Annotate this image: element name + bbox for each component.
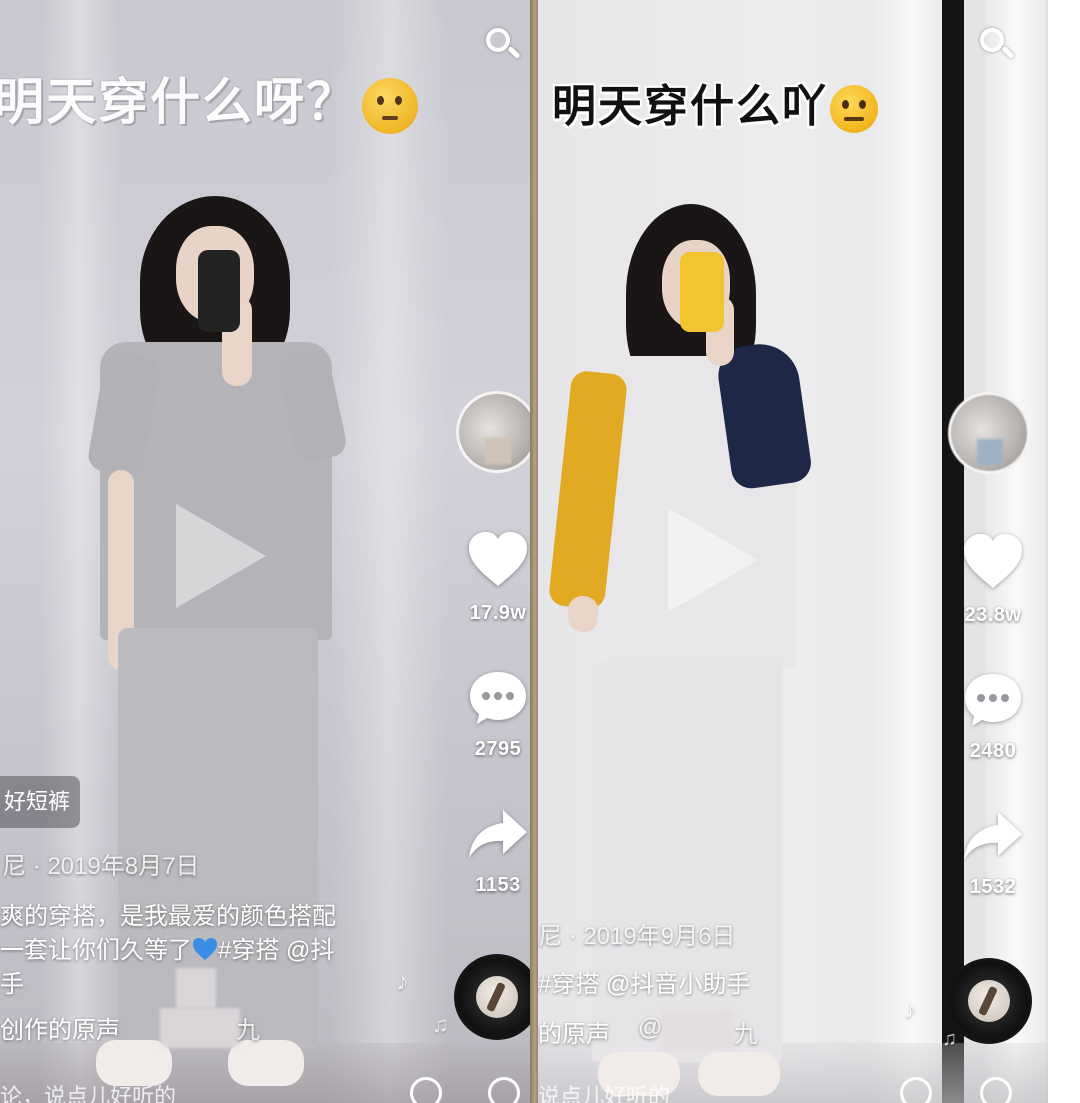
music-note-icon: ♫: [432, 1012, 449, 1037]
caption-line: #穿搭 @抖音小助手: [538, 971, 751, 998]
blurred-username: [662, 1010, 734, 1050]
comment-button[interactable]: [467, 668, 529, 733]
caption-line: 手: [0, 971, 24, 998]
music-disc[interactable]: [454, 954, 532, 1040]
video-panel-right[interactable]: 明天穿什么吖 23.8w 2480 1532 ♪ ♫ 尼 · 2019年9月6日…: [538, 0, 1048, 1103]
author-date: 尼 · 2019年9月6日: [538, 923, 736, 950]
share-count: 1532: [969, 876, 1017, 898]
curtain-fold: [330, 0, 450, 1103]
heart-icon: [964, 534, 1022, 588]
thinking-emoji-icon: [362, 77, 418, 134]
music-disc[interactable]: [946, 958, 1032, 1044]
share-button[interactable]: [467, 806, 529, 867]
comment-icon: [470, 672, 526, 724]
music-author: 九: [236, 1017, 260, 1044]
raised-eyebrow-emoji-icon: [830, 85, 878, 134]
comment-input-hint[interactable]: 说点儿好听的: [538, 1079, 670, 1103]
emoji-icon[interactable]: [980, 1077, 1012, 1103]
video-panel-left[interactable]: 明天穿什么呀？ 17.9w 2795 1153 ♪ ♫ 好短裤 尼 · 2019…: [0, 0, 532, 1103]
like-button[interactable]: [467, 530, 529, 593]
blurred-area: [176, 968, 216, 1008]
play-overlay-icon[interactable]: [668, 508, 758, 612]
caption-line: 一套让你们久等了 #穿搭 @抖: [0, 937, 335, 964]
mirror-frame: [942, 0, 964, 1103]
music-author: @: [638, 1014, 663, 1041]
music-note-icon: ♪: [396, 966, 409, 996]
search-icon[interactable]: [980, 28, 1016, 64]
like-count: 23.8w: [964, 604, 1022, 626]
blurred-username: [160, 1008, 240, 1048]
like-button[interactable]: [962, 532, 1024, 595]
product-tag[interactable]: 好短裤: [0, 776, 81, 828]
caption-line: 爽的穿搭，是我最爱的颜色搭配: [0, 903, 336, 930]
blue-heart-icon: [193, 938, 217, 960]
music-author: 九: [734, 1021, 758, 1048]
heart-icon: [469, 532, 527, 586]
music-title[interactable]: 创作的原声: [0, 1010, 120, 1045]
author-avatar[interactable]: [456, 391, 532, 473]
video-title: 明天穿什么吖: [552, 70, 878, 134]
author-date: 尼 · 2019年8月7日: [2, 853, 200, 880]
comment-icon: [965, 674, 1021, 726]
video-title: 明天穿什么呀？: [0, 62, 418, 134]
like-count: 17.9w: [469, 602, 527, 624]
author-avatar[interactable]: [948, 392, 1030, 474]
at-icon[interactable]: [410, 1077, 442, 1103]
comment-button[interactable]: [962, 670, 1024, 735]
screenshot-collage: 明天穿什么呀？ 17.9w 2795 1153 ♪ ♫ 好短裤 尼 · 2019…: [0, 0, 1080, 1103]
search-icon[interactable]: [486, 28, 522, 64]
share-button[interactable]: [962, 808, 1024, 869]
comment-count: 2480: [969, 740, 1017, 762]
share-icon: [469, 810, 527, 858]
at-icon[interactable]: [900, 1077, 932, 1103]
music-title[interactable]: 的原声: [538, 1014, 610, 1049]
comment-input-hint[interactable]: 论，说点儿好听的: [0, 1079, 176, 1103]
share-count: 1153: [475, 874, 521, 896]
page-margin: [1048, 0, 1080, 1103]
comment-count: 2795: [474, 738, 522, 760]
play-overlay-icon[interactable]: [176, 504, 266, 608]
music-note-icon: ♪: [904, 994, 917, 1024]
share-icon: [964, 812, 1022, 860]
music-note-icon: ♫: [942, 1028, 957, 1050]
emoji-icon[interactable]: [488, 1077, 520, 1103]
